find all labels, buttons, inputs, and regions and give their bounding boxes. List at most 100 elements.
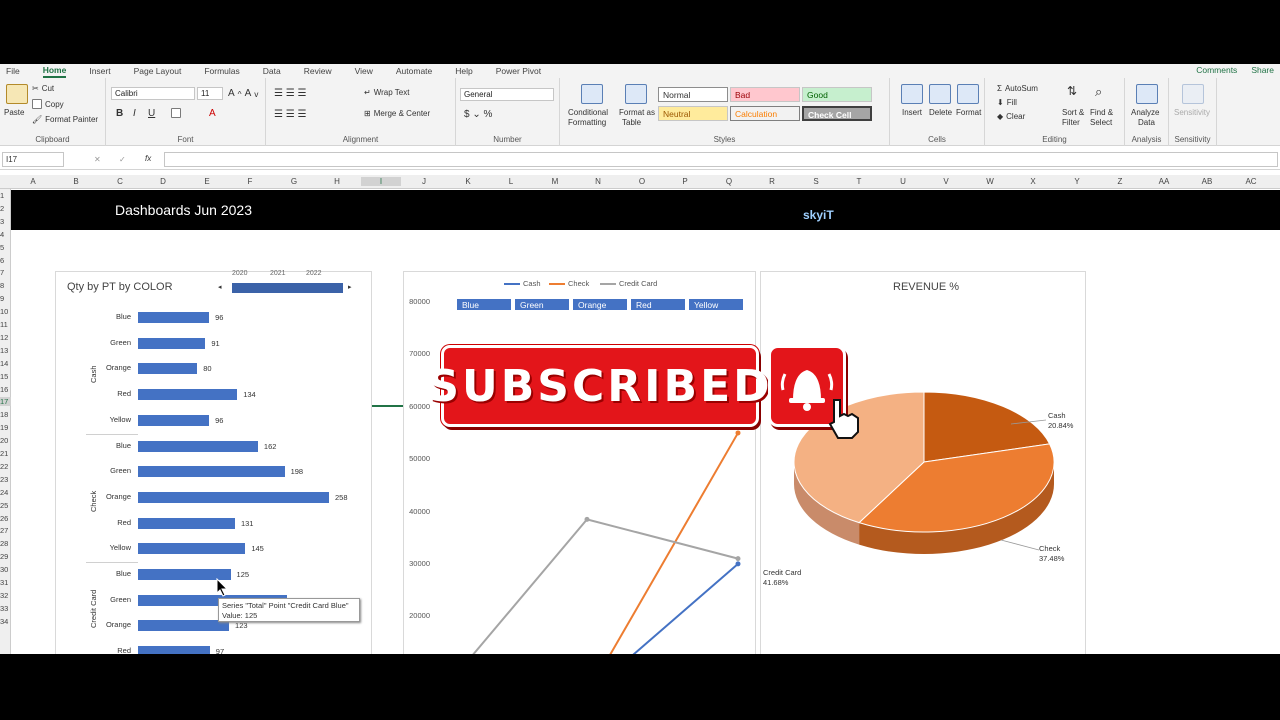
find-select-icon[interactable]: ⌕ [1095, 84, 1102, 100]
column-header[interactable]: C [110, 177, 130, 186]
column-header[interactable]: R [762, 177, 782, 186]
row-header[interactable]: 8 [0, 281, 11, 290]
row-header[interactable]: 28 [0, 539, 11, 548]
row-header[interactable]: 25 [0, 501, 11, 510]
column-header[interactable]: A [23, 177, 43, 186]
conditional-formatting-label[interactable]: Conditional [568, 108, 608, 117]
row-header[interactable]: 10 [0, 307, 11, 316]
menu-help[interactable]: Help [455, 66, 472, 76]
menu-automate[interactable]: Automate [396, 66, 432, 76]
column-header[interactable]: M [545, 177, 565, 186]
column-header[interactable]: Y [1067, 177, 1087, 186]
column-header[interactable]: E [197, 177, 217, 186]
style-good[interactable]: Good [802, 87, 872, 102]
series-point[interactable] [735, 556, 741, 562]
row-header[interactable]: 27 [0, 526, 11, 535]
column-header[interactable]: G [284, 177, 304, 186]
enter-icon[interactable]: ✓ [119, 155, 126, 164]
column-header[interactable]: S [806, 177, 826, 186]
column-header[interactable]: V [936, 177, 956, 186]
style-bad[interactable]: Bad [730, 87, 800, 102]
copy-button[interactable]: Copy [32, 99, 64, 109]
column-header[interactable]: B [66, 177, 86, 186]
series-line-check[interactable] [437, 432, 739, 654]
row-header[interactable]: 26 [0, 514, 11, 523]
cut-button[interactable]: ✂ Cut [32, 84, 54, 93]
font-name-select[interactable]: Calibri [111, 87, 195, 100]
column-header[interactable]: AA [1154, 177, 1174, 186]
row-header[interactable]: 29 [0, 552, 11, 561]
merge-center-button[interactable]: ⊞ Merge & Center [364, 109, 430, 118]
align-top-icon[interactable]: ☰ ☰ ☰ [274, 88, 306, 99]
row-header[interactable]: 17 [0, 397, 11, 407]
bar[interactable] [138, 543, 246, 555]
row-header[interactable]: 31 [0, 578, 11, 587]
bar[interactable] [138, 312, 210, 323]
column-header[interactable]: P [675, 177, 695, 186]
format-as-table-icon[interactable] [625, 84, 647, 104]
font-size-select[interactable]: 11 [197, 87, 223, 100]
column-header[interactable]: L [501, 177, 521, 186]
column-header[interactable]: I [361, 177, 401, 186]
number-format-select[interactable]: General [460, 88, 554, 101]
align-left-icon[interactable]: ☰ ☰ ☰ [274, 109, 306, 120]
fill-button[interactable]: ⬇ Fill [997, 98, 1017, 107]
wrap-text-button[interactable]: ↵ Wrap Text [364, 88, 409, 97]
row-header[interactable]: 12 [0, 333, 11, 342]
bar[interactable] [138, 620, 230, 632]
insert-function-button[interactable]: fx [145, 154, 151, 163]
column-header[interactable]: J [414, 177, 434, 186]
style-check-cell[interactable]: Check Cell [802, 106, 872, 121]
menu-power-pivot[interactable]: Power Pivot [496, 66, 541, 76]
series-point[interactable] [735, 430, 741, 436]
series-point[interactable] [584, 516, 590, 522]
row-header[interactable]: 20 [0, 436, 11, 445]
conditional-formatting-icon[interactable] [581, 84, 603, 104]
bar-chart-panel[interactable]: Qty by PT by COLOR 2020 2021 2022 ◂ ▸ Bl… [55, 270, 372, 654]
series-line-credit-card[interactable] [437, 518, 739, 654]
bar[interactable] [138, 363, 198, 375]
menu-file[interactable]: File [6, 66, 20, 76]
analyze-data-icon[interactable] [1136, 84, 1158, 104]
column-header[interactable]: Z [1110, 177, 1130, 186]
bar[interactable] [138, 337, 206, 349]
row-header[interactable]: 13 [0, 346, 11, 355]
row-header[interactable]: 5 [0, 243, 11, 252]
row-header[interactable]: 21 [0, 449, 11, 458]
paste-button[interactable]: Paste [4, 108, 24, 117]
column-header[interactable]: N [588, 177, 608, 186]
column-header[interactable]: T [849, 177, 869, 186]
bold-icon[interactable]: B [116, 108, 123, 119]
sensitivity-button[interactable]: Sensitivity [1174, 108, 1210, 117]
bar[interactable] [138, 440, 258, 452]
row-header[interactable]: 19 [0, 423, 11, 432]
subscribed-overlay[interactable]: SUBSCRIBED [427, 345, 770, 427]
analyze-data-label[interactable]: Analyze [1131, 108, 1159, 117]
currency-icon[interactable]: $ ⌄ % [464, 109, 492, 120]
column-header[interactable]: AC [1241, 177, 1261, 186]
insert-cells-button[interactable]: Insert [902, 108, 922, 117]
bar[interactable] [138, 646, 210, 654]
bar[interactable] [138, 466, 285, 478]
row-header[interactable]: 18 [0, 410, 11, 419]
menu-view[interactable]: View [355, 66, 373, 76]
format-cells-button[interactable]: Format [956, 108, 981, 117]
formula-input[interactable] [164, 152, 1278, 167]
series-line-cash[interactable] [437, 563, 739, 654]
line-chart-panel[interactable]: Cash Check Credit Card Blue Green Orange Red Y… [403, 271, 756, 654]
comments-button[interactable]: Comments [1196, 65, 1237, 75]
column-header[interactable]: O [632, 177, 652, 186]
row-header[interactable]: 11 [0, 320, 11, 329]
format-painter-button[interactable]: 🖌 Format Painter [32, 115, 98, 124]
menu-insert[interactable]: Insert [89, 66, 110, 76]
delete-cells-icon[interactable] [929, 84, 951, 104]
menu-page-layout[interactable]: Page Layout [134, 66, 182, 76]
pie-chart-panel[interactable]: REVENUE % Cash 20.84% Check 37.48% Credit … [760, 271, 1086, 654]
sensitivity-icon[interactable] [1182, 84, 1204, 104]
name-box[interactable]: I17 [2, 152, 64, 167]
column-header[interactable]: X [1023, 177, 1043, 186]
autosum-button[interactable]: Σ AutoSum [997, 84, 1038, 93]
bar[interactable] [138, 517, 235, 529]
font-color-icon[interactable]: A [209, 108, 216, 119]
column-header[interactable]: K [458, 177, 478, 186]
